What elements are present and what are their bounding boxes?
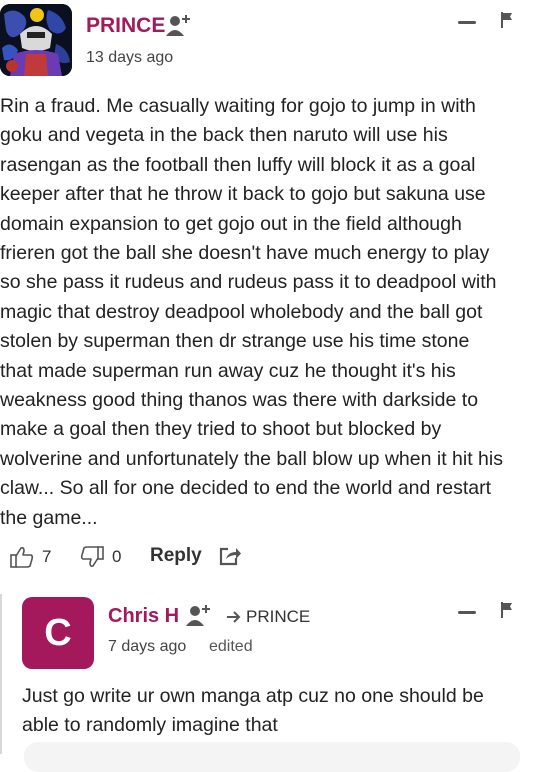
flag-icon[interactable] bbox=[500, 602, 514, 618]
next-comment-card bbox=[24, 742, 520, 772]
dislike-button[interactable]: 0 bbox=[80, 546, 121, 568]
reply-button[interactable]: Reply bbox=[150, 545, 202, 567]
reply-arrow-icon bbox=[227, 611, 241, 623]
follow-user-icon[interactable] bbox=[186, 603, 212, 627]
thumbs-down-icon bbox=[80, 546, 104, 567]
like-button[interactable]: 7 bbox=[10, 546, 51, 568]
minimize-icon[interactable] bbox=[458, 611, 476, 614]
reply-avatar-letter: C bbox=[44, 611, 72, 654]
like-count: 7 bbox=[42, 547, 52, 566]
reply-to-link[interactable]: PRINCE bbox=[226, 607, 310, 627]
comment-body: Rin a fraud. Me casually waiting for goj… bbox=[0, 95, 503, 529]
edited-label: edited bbox=[209, 638, 253, 655]
reply-time: 7 days ago bbox=[108, 638, 187, 655]
author-avatar[interactable] bbox=[0, 4, 72, 76]
reply-thread-line bbox=[0, 594, 2, 754]
dislike-count: 0 bbox=[112, 547, 122, 566]
author-name[interactable]: PRINCE bbox=[86, 14, 165, 38]
comment-time: 13 days ago bbox=[86, 49, 174, 66]
thumbs-up-icon bbox=[10, 547, 34, 568]
reply-author-name[interactable]: Chris H bbox=[108, 605, 179, 628]
reply-body: Just go write ur own manga atp cuz no on… bbox=[22, 685, 484, 737]
flag-icon[interactable] bbox=[500, 12, 514, 28]
follow-user-icon[interactable] bbox=[166, 13, 192, 37]
minimize-icon[interactable] bbox=[458, 21, 476, 24]
share-icon[interactable] bbox=[219, 546, 241, 566]
reply-avatar[interactable]: C bbox=[22, 597, 94, 669]
reply-to-name: PRINCE bbox=[246, 607, 311, 626]
anime-avatar-icon bbox=[0, 4, 72, 76]
